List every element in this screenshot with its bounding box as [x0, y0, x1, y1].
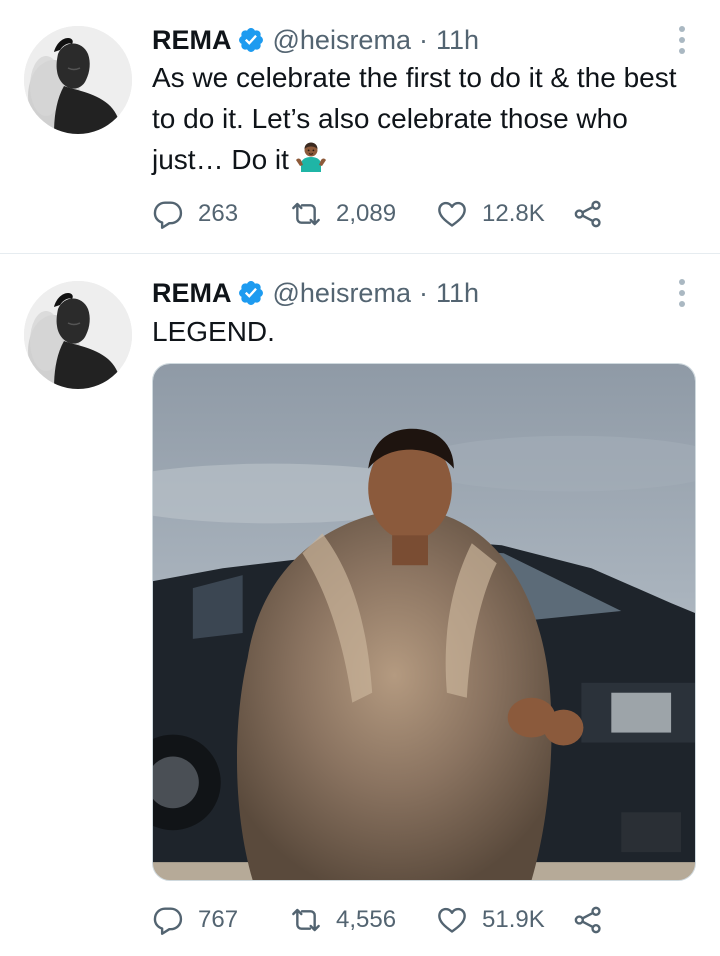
- tweet-text-container: As we celebrate the first to do it & the…: [152, 57, 700, 180]
- like-count: 12.8K: [482, 200, 545, 227]
- retweet-count: 4,556: [336, 906, 397, 933]
- tweet-header: REMA @heisrema · 11h: [152, 273, 479, 313]
- author-handle[interactable]: @heisrema: [273, 25, 411, 56]
- avatar[interactable]: [24, 26, 132, 134]
- reply-count: 263: [198, 200, 239, 227]
- avatar-image: [24, 26, 132, 134]
- heart-icon: [436, 904, 468, 936]
- retweet-button[interactable]: 2,089: [290, 198, 436, 230]
- more-vertical-icon[interactable]: [678, 26, 686, 54]
- avatar-image: [24, 281, 132, 389]
- share-icon: [572, 198, 604, 230]
- tweet-actions: 263 2,089 12.8K: [152, 197, 604, 231]
- reply-button[interactable]: 767: [152, 904, 290, 936]
- verified-badge-icon: [237, 279, 265, 307]
- tweet-header: REMA @heisrema · 11h: [152, 20, 479, 60]
- tweet-photo[interactable]: [152, 363, 696, 881]
- more-vertical-icon[interactable]: [678, 279, 686, 307]
- reply-icon: [152, 904, 184, 936]
- share-icon: [572, 904, 604, 936]
- timestamp[interactable]: 11h: [436, 25, 479, 56]
- tweet[interactable]: REMA @heisrema · 11h As we celebrate the…: [0, 0, 720, 254]
- reply-icon: [152, 198, 184, 230]
- verified-badge-icon: [237, 26, 265, 54]
- avatar[interactable]: [24, 281, 132, 389]
- tweet-text: As we celebrate the first to do it & the…: [152, 62, 677, 175]
- retweet-button[interactable]: 4,556: [290, 904, 436, 936]
- separator-dot: ·: [418, 277, 428, 308]
- heart-icon: [436, 198, 468, 230]
- separator-dot: ·: [418, 24, 428, 55]
- author-name[interactable]: REMA: [152, 278, 232, 309]
- author-handle[interactable]: @heisrema: [273, 278, 411, 309]
- share-button[interactable]: [572, 904, 604, 936]
- tweet[interactable]: REMA @heisrema · 11h LEGEND. 767 4,556 5…: [0, 255, 720, 956]
- reply-button[interactable]: 263: [152, 198, 290, 230]
- photo-image: [153, 364, 695, 880]
- timestamp[interactable]: 11h: [436, 278, 479, 309]
- like-button[interactable]: 51.9K: [436, 904, 572, 936]
- like-button[interactable]: 12.8K: [436, 198, 572, 230]
- retweet-count: 2,089: [336, 200, 397, 227]
- tweet-text: LEGEND.: [152, 316, 275, 347]
- author-name[interactable]: REMA: [152, 25, 232, 56]
- tweet-actions: 767 4,556 51.9K: [152, 903, 604, 937]
- tweet-text-container: LEGEND.: [152, 312, 700, 352]
- share-button[interactable]: [572, 198, 604, 230]
- retweet-icon: [290, 198, 322, 230]
- like-count: 51.9K: [482, 906, 545, 933]
- person-shrugging-emoji: [295, 141, 327, 173]
- reply-count: 767: [198, 906, 239, 933]
- retweet-icon: [290, 904, 322, 936]
